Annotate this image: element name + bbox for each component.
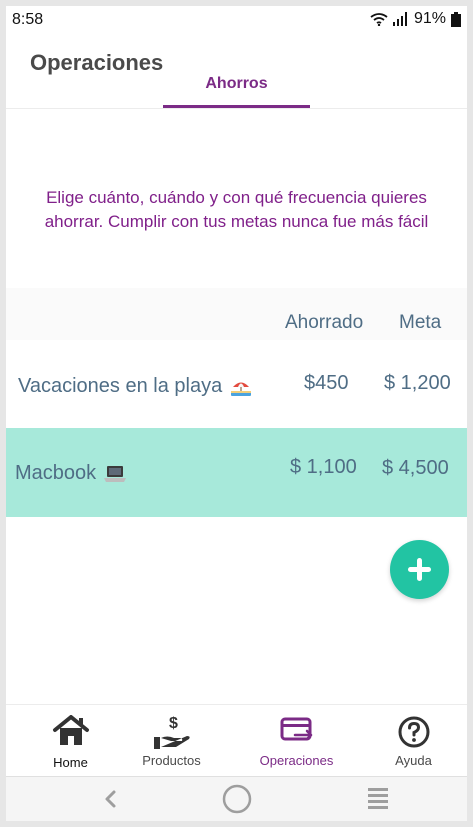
system-home-button[interactable]	[217, 784, 257, 816]
status-indicators: 91%	[370, 10, 461, 28]
app-header: Operaciones Ahorros	[6, 34, 467, 109]
circle-home-icon	[222, 784, 252, 814]
wifi-icon	[370, 13, 388, 26]
page-title: Operaciones	[30, 50, 164, 75]
status-time: 8:58	[12, 11, 44, 28]
chevron-left-icon	[105, 790, 116, 808]
plus-icon	[408, 558, 431, 581]
bottom-navigation: Home $ Productos Operaciones Ayuda	[6, 704, 467, 777]
column-header-goal: Meta	[399, 312, 442, 333]
laptop-emoji-icon	[104, 465, 127, 482]
savings-name: Macbook	[15, 462, 127, 485]
savings-row[interactable]: Vacaciones en la playa $450 $ 1,200	[6, 340, 467, 429]
system-menu-button[interactable]	[358, 784, 398, 816]
savings-amount: $450	[304, 372, 349, 394]
tab-ahorros[interactable]: Ahorros	[163, 75, 310, 108]
beach-umbrella-emoji-icon	[231, 382, 252, 396]
nav-label: Ayuda	[395, 753, 432, 768]
savings-amount: $ 1,100	[290, 456, 357, 478]
svg-text:$: $	[169, 715, 178, 732]
nav-label: Operaciones	[259, 753, 334, 768]
nav-item-ayuda[interactable]: Ayuda	[356, 705, 467, 777]
battery-percentage: 91%	[413, 10, 446, 27]
system-navigation-bar	[6, 776, 467, 821]
battery-icon	[451, 11, 461, 27]
card-transfer-icon	[280, 717, 312, 741]
goal-amount: $ 4,500	[382, 457, 449, 479]
signal-icon	[392, 12, 407, 26]
nav-item-productos[interactable]: $ Productos	[114, 705, 229, 777]
menu-lines-icon	[368, 788, 388, 809]
nav-item-home[interactable]: Home	[13, 705, 128, 777]
intro-text: Elige cuánto, cuándo y con qué frecuenci…	[44, 188, 429, 231]
savings-name: Vacaciones en la playa	[18, 375, 252, 398]
home-icon	[52, 715, 89, 745]
goal-amount: $ 1,200	[384, 372, 451, 394]
system-back-button[interactable]	[90, 784, 130, 816]
savings-name-label: Vacaciones en la playa	[18, 375, 223, 397]
nav-item-operaciones[interactable]: Operaciones	[239, 705, 354, 777]
app-screen: 8:58 91% Operaciones Ahorros Elige cuánt…	[6, 6, 467, 821]
savings-row[interactable]: Macbook $ 1,100 $ 4,500	[6, 428, 467, 517]
nav-label: Home	[53, 755, 88, 770]
nav-label: Productos	[142, 753, 201, 768]
status-bar: 8:58 91%	[6, 6, 467, 34]
add-goal-button[interactable]	[390, 540, 449, 599]
savings-name-label: Macbook	[15, 462, 97, 484]
savings-table-header: Ahorrado Meta	[6, 288, 467, 340]
help-circle-icon	[398, 716, 429, 748]
column-header-saved: Ahorrado	[285, 312, 364, 333]
hand-dollar-icon: $	[153, 715, 190, 749]
